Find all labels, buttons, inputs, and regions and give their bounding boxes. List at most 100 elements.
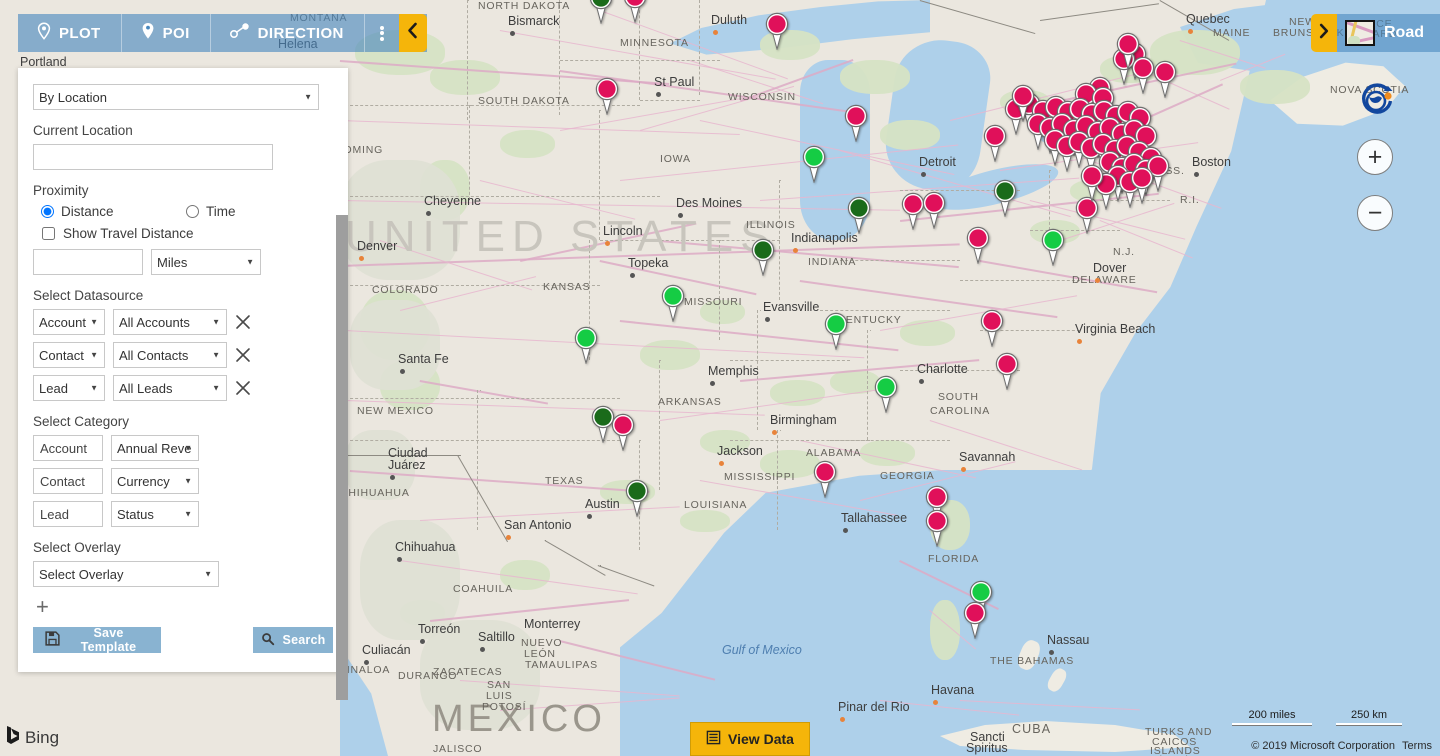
toolbar-item-poi-label: POI [163,25,190,42]
scale-km-line [1336,723,1402,726]
map-pin[interactable] [823,312,849,350]
category-field-select-1[interactable]: Currency [111,468,199,494]
proximity-distance-label: Distance [61,204,114,219]
map-pin[interactable] [624,479,650,517]
map-pin[interactable] [1152,60,1178,98]
search-button[interactable]: Search [253,627,333,653]
datasource-entity-select-1[interactable]: Contact [33,342,105,368]
map-pin[interactable] [1079,164,1105,202]
map-pin[interactable] [588,0,614,24]
road-segment [430,599,629,622]
panel-scrollbar[interactable] [336,215,348,700]
map-pin[interactable] [750,238,776,276]
terrain-vegetation [680,510,730,532]
proximity-distance-option[interactable]: Distance [41,204,186,219]
terms-link[interactable]: Terms [1402,740,1432,752]
bing-logo[interactable]: Bing [6,725,59,750]
map-type-expand-button[interactable] [1311,14,1337,52]
datasource-view-select-1[interactable]: All Contacts [113,342,227,368]
proximity-distance-radio[interactable] [41,205,54,218]
remove-datasource-row-0[interactable] [235,314,251,330]
toolbar-item-direction[interactable]: DIRECTION [211,14,365,52]
search-mode-select[interactable]: By Location [33,84,319,110]
datasource-view-select-0[interactable]: All Accounts [113,309,227,335]
direction-icon [229,22,251,44]
map-pin[interactable] [843,104,869,142]
toolbar-item-plot[interactable]: PLOT [18,14,122,52]
toolbar-more-options-button[interactable] [365,14,399,52]
datasource-view-select-2[interactable]: All Leads [113,375,227,401]
view-data-button[interactable]: View Data [690,722,810,756]
state-border [477,390,478,530]
current-location-input[interactable] [33,144,273,170]
panel-collapse-button[interactable] [399,14,427,52]
add-datasource-button[interactable]: + [36,596,333,618]
map-pin[interactable] [1129,166,1155,204]
city-marker-dot [426,211,431,216]
map-pin[interactable] [962,601,988,639]
map-pin[interactable] [660,284,686,322]
map-pin[interactable] [994,352,1020,390]
map-pin[interactable] [1115,32,1141,70]
map-pin[interactable] [1010,84,1036,122]
state-border [340,285,600,286]
state-border [720,240,721,241]
state-border [699,0,700,95]
toolbar-item-poi[interactable]: POI [122,14,211,52]
map-city-label: Evansville [763,300,819,314]
road-map-thumbnail [1345,20,1375,46]
map-pin[interactable] [594,77,620,115]
datasource-entity-select-2[interactable]: Lead [33,375,105,401]
category-field-select-2[interactable]: Status [111,501,199,527]
category-field-select-0[interactable]: Annual Reve [111,435,199,461]
map-pin[interactable] [992,179,1018,217]
state-border [1050,170,1051,171]
current-location-label: Current Location [33,123,333,138]
datasource-entity-select-0[interactable]: Account [33,309,105,335]
map-pin-icon [36,22,52,44]
zoom-in-button[interactable]: + [1357,139,1393,175]
map-city-label: San Antonio [504,518,571,532]
proximity-time-radio[interactable] [186,205,199,218]
state-border [480,390,481,391]
city-marker-dot [480,647,485,652]
map-pin[interactable] [979,309,1005,347]
map-pin[interactable] [764,12,790,50]
terrain-vegetation [1240,70,1310,104]
state-border [660,360,661,361]
city-marker-dot [933,700,938,705]
map-pin[interactable] [622,0,648,23]
category-row: Account Annual Reve [33,435,333,461]
map-pin[interactable] [610,413,636,451]
save-template-button[interactable]: Save Template [33,627,161,653]
map-state-label: JALISCO [433,743,482,755]
save-template-label: Save Template [68,626,149,654]
state-border [599,110,600,240]
map-pin[interactable] [965,226,991,264]
map-pin[interactable] [801,145,827,183]
show-travel-distance-option[interactable]: Show Travel Distance [42,226,333,241]
remove-datasource-row-1[interactable] [235,347,251,363]
map-pin[interactable] [924,509,950,547]
map-state-label: NORTH DAKOTA [478,0,570,12]
proximity-time-option[interactable]: Time [186,204,236,219]
map-pin[interactable] [812,460,838,498]
map-pin[interactable] [846,196,872,234]
radius-input[interactable] [33,249,143,275]
map-pin[interactable] [873,375,899,413]
overlay-select[interactable]: Select Overlay [33,561,219,587]
map-type-button[interactable]: Road [1337,14,1440,52]
show-travel-distance-checkbox[interactable] [42,227,55,240]
remove-datasource-row-2[interactable] [235,380,251,396]
datasource-view-select-wrap: All Contacts [113,342,227,368]
zoom-out-button[interactable]: − [1357,195,1393,231]
state-border [719,240,720,340]
map-copyright: © 2019 Microsoft Corporation Terms [1251,740,1432,752]
copyright-label: © 2019 Microsoft Corporation [1251,740,1395,752]
locate-me-icon[interactable] [1358,82,1396,120]
map-pin[interactable] [1040,228,1066,266]
map-state-label: IOWA [660,153,691,165]
map-pin[interactable] [921,191,947,229]
distance-unit-select[interactable]: Miles [151,249,261,275]
map-pin[interactable] [573,326,599,364]
